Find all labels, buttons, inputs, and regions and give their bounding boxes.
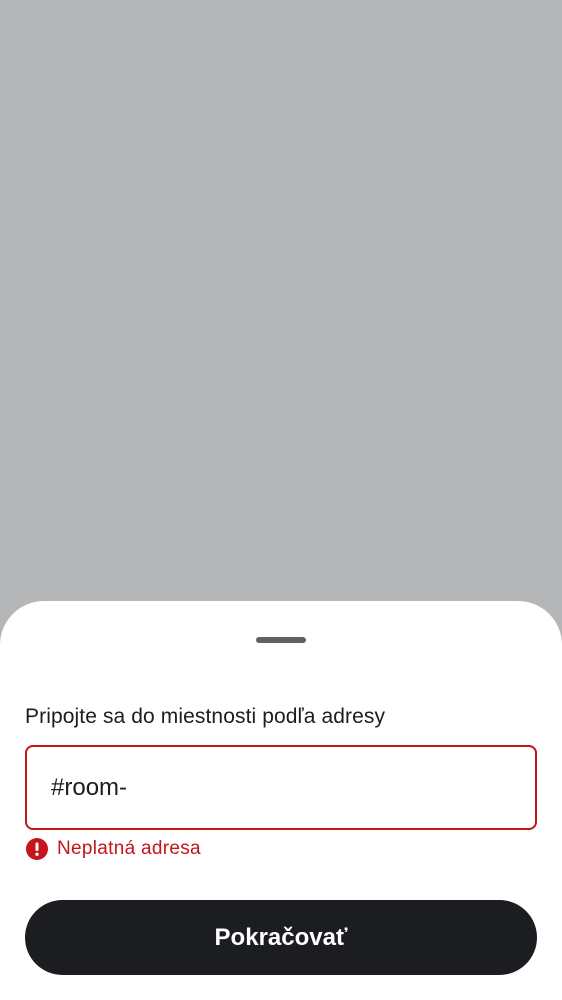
address-field[interactable] [25,745,537,830]
error-message-row: Neplatná adresa [25,837,201,861]
error-text: Neplatná adresa [57,838,201,859]
continue-button[interactable]: Pokračovať [25,900,537,975]
error-icon [25,837,49,861]
bottom-sheet: Pripojte sa do miestnosti podľa adresy N… [0,601,562,1000]
drag-handle[interactable] [256,637,306,643]
sheet-title: Pripojte sa do miestnosti podľa adresy [25,705,386,728]
address-input[interactable] [51,747,511,828]
